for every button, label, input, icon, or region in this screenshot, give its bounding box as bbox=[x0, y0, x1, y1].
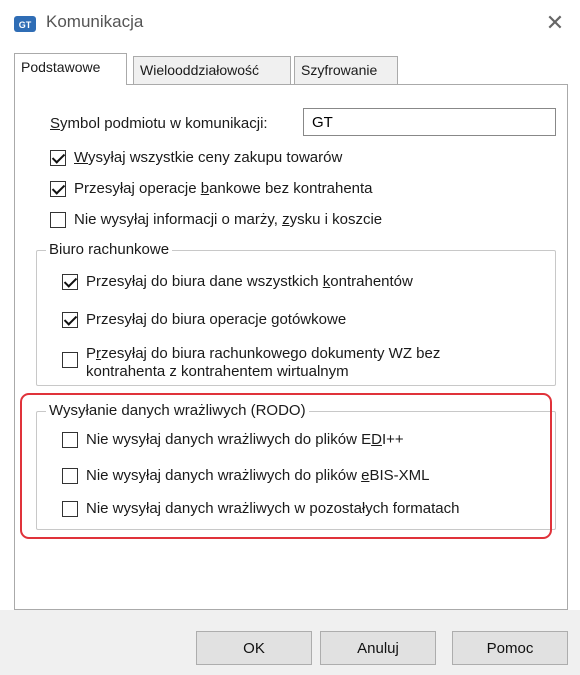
group-title-rodo: Wysyłanie danych wrażliwych (RODO) bbox=[46, 402, 309, 419]
group-title-biuro: Biuro rachunkowe bbox=[46, 241, 173, 258]
checkbox-unchecked[interactable] bbox=[62, 352, 78, 368]
checkbox-checked[interactable] bbox=[50, 180, 66, 197]
option-no-margin-info[interactable]: Nie wysyłaj informacji o marży, zysku i … bbox=[50, 211, 382, 228]
checkbox-unchecked[interactable] bbox=[62, 500, 78, 517]
option-send-bank-operations[interactable]: Przesyłaj operacje bankowe bez kontrahen… bbox=[50, 180, 373, 197]
checkbox-checked[interactable] bbox=[62, 273, 78, 290]
checkbox-unchecked[interactable] bbox=[50, 211, 66, 228]
option-send-purchase-prices[interactable]: Wysyłaj wszystkie ceny zakupu towarów bbox=[50, 149, 342, 166]
symbol-label: Symbol podmiotu w komunikacji: bbox=[50, 115, 268, 132]
option-rodo-other-formats[interactable]: Nie wysyłaj danych wrażliwych w pozostał… bbox=[62, 500, 459, 517]
checkbox-checked[interactable] bbox=[62, 311, 78, 328]
option-biuro-wz-documents[interactable]: Przesyłaj do biura rachunkowego dokument… bbox=[62, 345, 440, 381]
checkbox-unchecked[interactable] bbox=[62, 431, 78, 448]
checkbox-checked[interactable] bbox=[50, 149, 66, 166]
option-rodo-edi[interactable]: Nie wysyłaj danych wrażliwych do plików … bbox=[62, 431, 404, 448]
checkbox-unchecked[interactable] bbox=[62, 467, 78, 484]
option-rodo-ebis-xml[interactable]: Nie wysyłaj danych wrażliwych do plików … bbox=[62, 467, 429, 484]
option-biuro-all-contractors[interactable]: Przesyłaj do biura dane wszystkich kontr… bbox=[62, 273, 413, 290]
symbol-input[interactable] bbox=[303, 108, 556, 136]
option-biuro-cash-operations[interactable]: Przesyłaj do biura operacje gotówkowe bbox=[62, 311, 346, 328]
